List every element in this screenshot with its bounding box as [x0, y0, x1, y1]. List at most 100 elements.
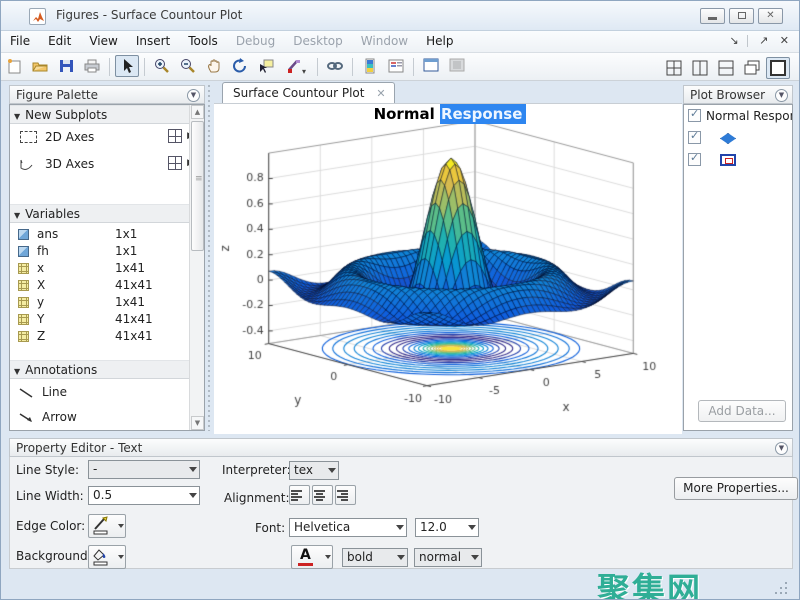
align-right-button[interactable] — [335, 485, 356, 505]
font-name-combo[interactable]: Helvetica — [289, 518, 407, 537]
axes-3d-icon — [20, 158, 37, 170]
checkbox-checked-icon[interactable] — [688, 131, 701, 144]
annotation-item-arrow[interactable]: Arrow — [10, 404, 204, 429]
font-weight-combo[interactable]: bold — [342, 548, 408, 567]
scroll-up-icon[interactable]: ▲ — [191, 105, 204, 119]
dock-figure-icon[interactable]: ↘ — [729, 34, 738, 47]
minimize-button[interactable] — [700, 8, 725, 24]
edge-color-label: Edge Color: — [16, 519, 85, 533]
matrix-grid-icon — [18, 314, 29, 325]
show-plot-tools-icon[interactable] — [419, 55, 443, 77]
edge-color-button[interactable] — [88, 514, 126, 538]
panel-splitter[interactable] — [206, 85, 211, 431]
align-left-button[interactable] — [289, 485, 310, 505]
matrix-grid-icon — [18, 280, 29, 291]
menu-window: Window — [352, 31, 417, 51]
plot-browser-item-axes[interactable]: Normal Respons — [684, 105, 792, 127]
insert-legend-icon[interactable] — [384, 55, 408, 77]
plot-browser-item-surface[interactable] — [684, 127, 792, 149]
title-bar[interactable]: Figures - Surface Countour Plot ✕ — [1, 1, 799, 31]
pan-tool-icon[interactable] — [202, 55, 226, 77]
palette-scrollbar[interactable]: ▲ ▼ — [189, 105, 204, 430]
data-cursor-icon[interactable] — [254, 55, 278, 77]
line-width-combo[interactable]: 0.5 — [88, 486, 200, 505]
section-variables[interactable]: ▼Variables — [10, 204, 204, 223]
figure-palette-header: Figure Palette ▼ — [9, 85, 205, 104]
cascade-windows-icon[interactable] — [740, 57, 764, 79]
pointer-tool-icon[interactable] — [115, 55, 139, 77]
brush-tool-icon[interactable]: ▾ — [280, 55, 312, 77]
subplot-grid-icon[interactable] — [168, 129, 182, 143]
plot-title[interactable]: Normal Response — [214, 105, 682, 123]
window-title: Figures - Surface Countour Plot — [56, 8, 242, 22]
variable-row-ans[interactable]: ans1x1 — [10, 226, 204, 243]
matrix-grid-icon — [18, 263, 29, 274]
maximize-view-icon[interactable] — [766, 57, 790, 79]
line-style-label: Line Style: — [16, 463, 79, 477]
zoom-out-icon[interactable] — [176, 55, 200, 77]
zoom-in-icon[interactable] — [150, 55, 174, 77]
subplot-grid-icon[interactable] — [168, 156, 182, 170]
variable-row-y[interactable]: y1x41 — [10, 294, 204, 311]
tile-vertical-icon[interactable] — [688, 57, 712, 79]
checkbox-checked-icon[interactable] — [688, 109, 701, 122]
tab-close-icon[interactable]: ✕ — [376, 87, 385, 100]
save-figure-icon[interactable] — [54, 55, 78, 77]
close-button[interactable]: ✕ — [758, 8, 783, 24]
align-center-button[interactable] — [312, 485, 333, 505]
variable-row-fh[interactable]: fh1x1 — [10, 243, 204, 260]
figure-canvas[interactable] — [214, 104, 682, 435]
variable-row-X[interactable]: X41x41 — [10, 277, 204, 294]
resize-grip[interactable] — [775, 582, 789, 596]
palette-item-2d-axes[interactable]: 2D Axes ▶ — [10, 124, 204, 151]
matlab-logo-icon — [29, 8, 46, 25]
line-style-combo[interactable]: - — [88, 460, 200, 479]
tile-horizontal-icon[interactable] — [714, 57, 738, 79]
scroll-down-icon[interactable]: ▼ — [191, 416, 204, 430]
add-data-button[interactable]: Add Data... — [698, 400, 786, 422]
property-editor-menu-button[interactable]: ▼ — [775, 442, 788, 455]
tile-grid-icon[interactable] — [662, 57, 686, 79]
figure-palette-menu-button[interactable]: ▼ — [187, 89, 200, 102]
font-angle-combo[interactable]: normal — [414, 548, 482, 567]
new-figure-icon[interactable] — [2, 55, 26, 77]
insert-colorbar-icon[interactable] — [358, 55, 382, 77]
plot-browser-title: Plot Browser — [690, 88, 765, 102]
open-file-icon[interactable] — [28, 55, 52, 77]
annotation-item-line[interactable]: Line — [10, 379, 204, 404]
variable-row-Z[interactable]: Z41x41 — [10, 328, 204, 345]
interpreter-combo[interactable]: tex — [289, 461, 339, 480]
background-color-button[interactable] — [88, 545, 126, 569]
plot-browser-menu-button[interactable]: ▼ — [775, 89, 788, 102]
menu-view[interactable]: View — [80, 31, 126, 51]
close-figure-icon[interactable]: ✕ — [780, 34, 789, 47]
link-plot-icon[interactable] — [323, 55, 347, 77]
palette-item-3d-axes[interactable]: 3D Axes ▶ — [10, 151, 204, 178]
variable-row-x[interactable]: x1x41 — [10, 260, 204, 277]
plot-browser-item-contour[interactable] — [684, 149, 792, 171]
undock-icon[interactable]: ↗ — [759, 34, 768, 47]
menu-edit[interactable]: Edit — [39, 31, 80, 51]
font-color-button[interactable]: A — [291, 545, 333, 569]
collapse-triangle-icon: ▼ — [14, 112, 20, 121]
collapse-triangle-icon: ▼ — [14, 211, 20, 220]
font-size-combo[interactable]: 12.0 — [415, 518, 479, 537]
figure-document-area: Normal Response — [214, 103, 682, 434]
figure-tab[interactable]: Surface Countour Plot ✕ — [222, 82, 395, 103]
checkbox-checked-icon[interactable] — [688, 153, 701, 166]
menu-bar: File Edit View Insert Tools Debug Deskto… — [1, 31, 799, 53]
menu-insert[interactable]: Insert — [127, 31, 179, 51]
restore-button[interactable] — [729, 8, 754, 24]
rotate-3d-icon[interactable] — [228, 55, 252, 77]
section-annotations[interactable]: ▼Annotations — [10, 360, 204, 379]
menu-tools[interactable]: Tools — [179, 31, 227, 51]
section-new-subplots[interactable]: ▼New Subplots — [10, 105, 204, 124]
variable-row-Y[interactable]: Y41x41 — [10, 311, 204, 328]
menu-file[interactable]: File — [1, 31, 39, 51]
document-tab-bar: Surface Countour Plot ✕ — [214, 82, 682, 103]
print-figure-icon[interactable] — [80, 55, 104, 77]
background-bucket-icon — [91, 547, 111, 567]
menu-help[interactable]: Help — [417, 31, 462, 51]
more-properties-button[interactable]: More Properties... — [674, 477, 798, 500]
scrollbar-thumb[interactable] — [191, 121, 204, 251]
